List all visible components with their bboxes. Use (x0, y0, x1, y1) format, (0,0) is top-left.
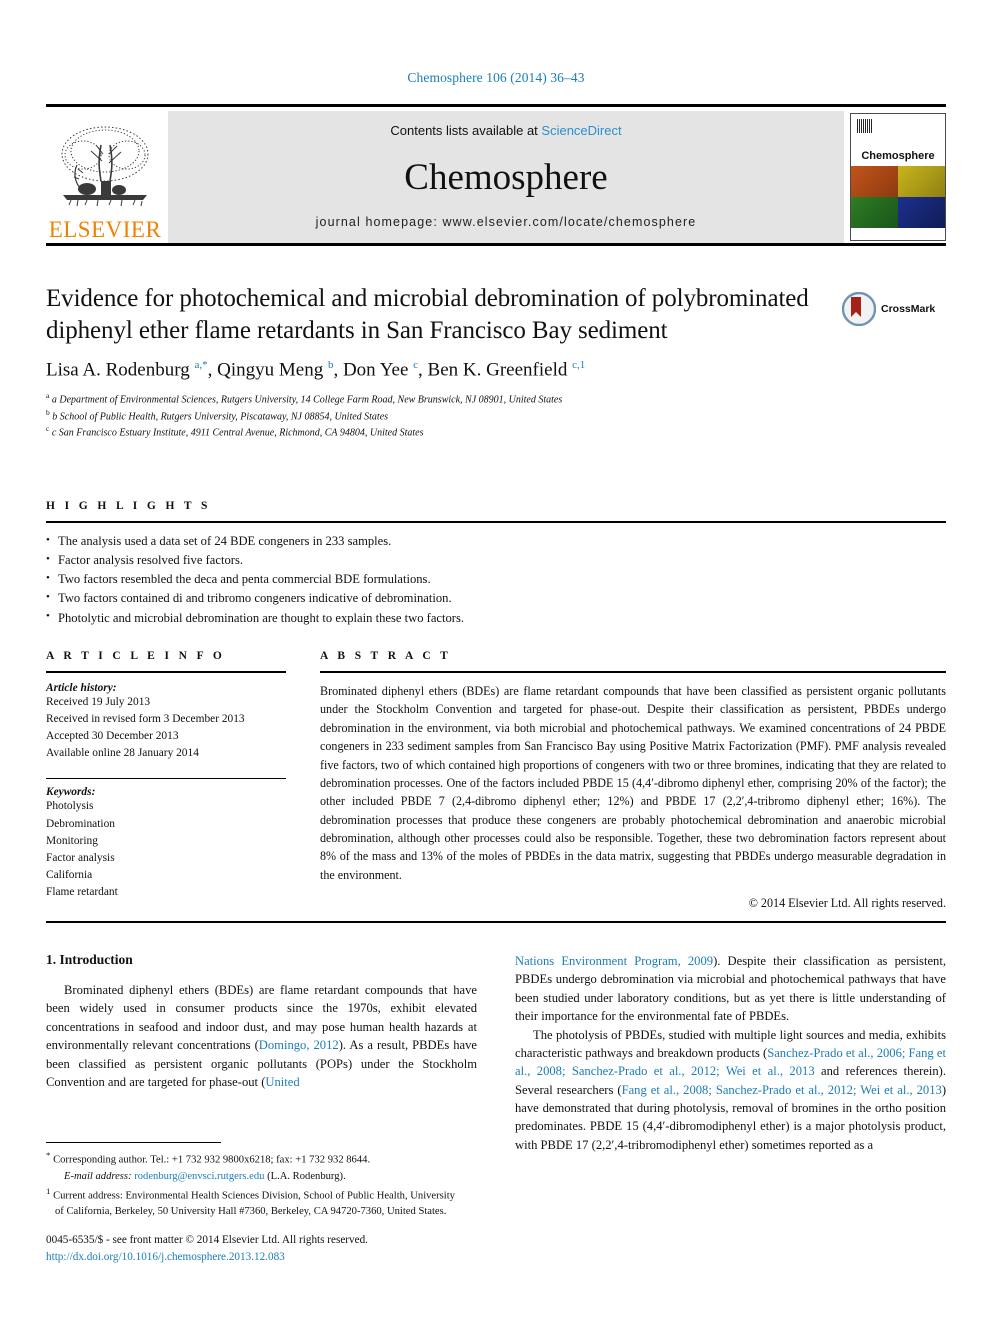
footnote-separator (46, 1142, 221, 1143)
keyword: Monitoring (46, 834, 98, 847)
keyword: Flame retardant (46, 885, 118, 898)
abstract-section: A B S T R A C T Brominated diphenyl ethe… (320, 650, 946, 911)
masthead-bottom-rule (46, 243, 946, 246)
highlights-rule (46, 521, 946, 523)
list-item: Two factors contained di and tribromo co… (46, 589, 946, 608)
highlights-label: H I G H L I G H T S (46, 500, 211, 512)
crossmark-badge[interactable]: CrossMark (842, 292, 946, 326)
list-item: Factor analysis resolved five factors. (46, 551, 946, 570)
intro-paragraph-left: Brominated diphenyl ethers (BDEs) are fl… (46, 983, 478, 1089)
footnote-corresponding-author: * Corresponding author. Tel.: +1 732 932… (46, 1150, 371, 1166)
list-item: Photolytic and microbial debromination a… (46, 608, 946, 628)
elsevier-wordmark: ELSEVIER (48, 217, 162, 242)
abstract-bottom-rule (46, 921, 946, 923)
affiliations: a a Department of Environmental Sciences… (46, 391, 836, 441)
affiliation-b: b b School of Public Health, Rutgers Uni… (46, 407, 389, 422)
running-head: Chemosphere 106 (2014) 36–43 (407, 70, 585, 85)
intro-paragraph-right-2: The photolysis of PBDEs, studied with mu… (515, 1027, 947, 1152)
history-accepted: Accepted 30 December 2013 (46, 730, 179, 743)
article-history-label: Article history: (46, 682, 117, 694)
article-info-label: A R T I C L E I N F O (46, 650, 226, 662)
journal-homepage[interactable]: journal homepage: www.elsevier.com/locat… (316, 215, 697, 229)
cover-quadrant-4 (898, 197, 945, 228)
keywords-label: Keywords: (46, 786, 96, 799)
front-matter-line: 0045-6535/$ - see front matter © 2014 El… (46, 1234, 368, 1246)
section-heading-introduction: 1. Introduction (46, 952, 133, 967)
journal-masthead: ELSEVIER Contents lists available at Sci… (46, 104, 946, 243)
cover-artwork (851, 166, 945, 228)
cover-title: Chemosphere (861, 150, 935, 162)
footnote-email[interactable]: E-mail address: rodenburg@envsci.rutgers… (46, 1169, 466, 1184)
affiliation-a-text: a Department of Environmental Sciences, … (51, 394, 563, 406)
title-block: Evidence for photochemical and microbial… (46, 283, 836, 441)
keyword: Debromination (46, 817, 115, 830)
abstract-copyright: © 2014 Elsevier Ltd. All rights reserved… (748, 896, 946, 911)
affiliation-a: a a Department of Environmental Sciences… (46, 391, 563, 406)
journal-cover-thumbnail: Chemosphere (850, 113, 946, 241)
cover-quadrant-2 (898, 166, 945, 197)
barcode-icon (857, 119, 872, 133)
info-abstract-row: A R T I C L E I N F O Article history: R… (46, 650, 946, 911)
abstract-rule (320, 671, 946, 673)
list-item: The analysis used a data set of 24 BDE c… (46, 531, 946, 551)
article-info-section: A R T I C L E I N F O Article history: R… (46, 650, 286, 911)
body-columns: 1. Introduction Brominated diphenyl ethe… (46, 952, 946, 1154)
abstract-text: Brominated diphenyl ethers (BDEs) are fl… (320, 684, 946, 882)
crossmark-label: CrossMark (881, 303, 936, 315)
body-column-right: Nations Environment Program, 2009). Desp… (515, 952, 946, 1154)
affiliation-b-text: b School of Public Health, Rutgers Unive… (52, 410, 389, 422)
cover-top: Chemosphere (851, 114, 945, 166)
article-info-rule (46, 671, 286, 673)
cover-footer (851, 228, 945, 240)
cover-quadrant-1 (851, 166, 898, 197)
article-page: Chemosphere 106 (2014) 36–43 ELSEVIER Co… (0, 0, 992, 1323)
cover-quadrant-3 (851, 197, 898, 228)
highlights-list: The analysis used a data set of 24 BDE c… (46, 531, 946, 628)
history-revised: Received in revised form 3 December 2013 (46, 713, 245, 726)
affiliation-c-text: c San Francisco Estuary Institute, 4911 … (51, 427, 424, 439)
keyword: Photolysis (46, 800, 94, 813)
journal-title: Chemosphere (404, 157, 608, 198)
keyword: California (46, 868, 93, 881)
footnote-current-address: 1 Current address: Environmental Health … (46, 1186, 455, 1218)
contents-prefix: Contents lists available at (390, 123, 542, 138)
list-item: Two factors resembled the deca and penta… (46, 570, 946, 589)
journal-band: Contents lists available at ScienceDirec… (168, 111, 844, 243)
doi-link[interactable]: http://dx.doi.org/10.1016/j.chemosphere.… (46, 1249, 476, 1266)
history-received: Received 19 July 2013 (46, 696, 151, 708)
issn-copyright-block: 0045-6535/$ - see front matter © 2014 El… (46, 1232, 476, 1266)
page-title: Evidence for photochemical and microbial… (46, 285, 809, 344)
affiliation-c: c c San Francisco Estuary Institute, 491… (46, 424, 424, 439)
body-column-left: 1. Introduction Brominated diphenyl ethe… (46, 952, 477, 1154)
author-list: Lisa A. Rodenburg a,*, Qingyu Meng b, Do… (46, 359, 586, 381)
sciencedirect-link[interactable]: ScienceDirect (541, 123, 621, 138)
footnotes-block: * Corresponding author. Tel.: +1 732 932… (46, 1149, 466, 1220)
history-online: Available online 28 January 2014 (46, 747, 199, 760)
keywords-divider (46, 778, 286, 780)
crossmark-icon (842, 292, 876, 326)
intro-paragraph-right-1: Nations Environment Program, 2009). Desp… (515, 954, 946, 1024)
elsevier-logo: ELSEVIER (46, 111, 164, 243)
keyword: Factor analysis (46, 851, 115, 864)
highlights-section: H I G H L I G H T S The analysis used a … (46, 500, 946, 628)
contents-available-line: Contents lists available at ScienceDirec… (390, 123, 621, 138)
elsevier-tree-icon (61, 126, 149, 207)
abstract-label: A B S T R A C T (320, 650, 452, 662)
